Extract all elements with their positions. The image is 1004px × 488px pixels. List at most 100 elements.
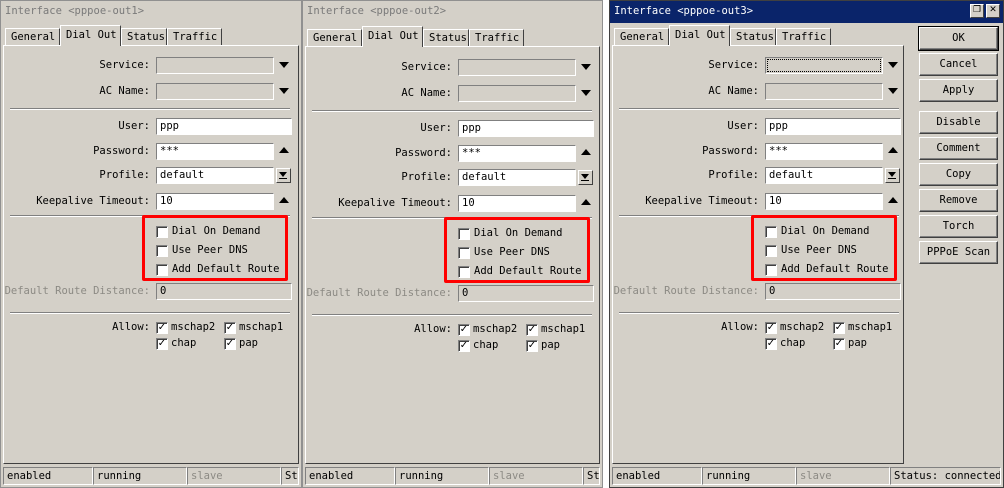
ac-name-label: AC Name:	[708, 85, 759, 97]
status-bar: enabledrunningslaveSta	[305, 467, 600, 485]
highlight-box	[444, 217, 590, 283]
restore-icon[interactable]: ❐	[970, 4, 984, 18]
separator	[312, 314, 592, 316]
allow-mschap2-checkbox[interactable]: ✓	[765, 322, 777, 334]
tab-dial-out[interactable]: Dial Out	[60, 25, 121, 46]
service-dropdown-icon[interactable]	[581, 64, 591, 70]
allow-pap-checkbox[interactable]: ✓	[224, 338, 236, 350]
keepalive-collapse-icon[interactable]	[888, 197, 898, 203]
service-dropdown-icon[interactable]	[888, 62, 898, 68]
password-collapse-icon[interactable]	[888, 147, 898, 153]
window-titlebar[interactable]: Interface <pppoe-out2>	[303, 1, 602, 23]
allow-mschap2-label: mschap2	[780, 321, 825, 333]
ok-button[interactable]: OK	[918, 26, 999, 51]
pppoe-scan-button[interactable]: PPPoE Scan	[919, 241, 998, 264]
tab-status[interactable]: Status	[730, 28, 776, 45]
comment-button[interactable]: Comment	[919, 137, 998, 160]
tab-general[interactable]: General	[307, 29, 362, 46]
allow-mschap2-checkbox[interactable]: ✓	[458, 324, 470, 336]
status-cell-2: running	[395, 467, 489, 485]
allow-pap-checkbox[interactable]: ✓	[526, 340, 538, 352]
allow-mschap1-checkbox[interactable]: ✓	[526, 324, 538, 336]
tab-dial-out[interactable]: Dial Out	[362, 26, 423, 47]
default-route-distance-label: Default Route Distance:	[306, 287, 452, 299]
allow-chap-checkbox[interactable]: ✓	[156, 338, 168, 350]
tab-general[interactable]: General	[614, 28, 669, 45]
allow-pap-label: pap	[239, 337, 258, 349]
status-cell-1: enabled	[3, 467, 93, 485]
allow-pap-checkbox[interactable]: ✓	[833, 338, 845, 350]
keepalive-collapse-icon[interactable]	[581, 199, 591, 205]
allow-mschap2-label: mschap2	[473, 323, 518, 335]
allow-chap-checkbox[interactable]: ✓	[458, 340, 470, 352]
status-cell-4: Sta	[583, 467, 600, 485]
user-field[interactable]: ppp	[156, 118, 292, 135]
service-dropdown-icon[interactable]	[279, 62, 289, 68]
ac-name-dropdown-icon[interactable]	[581, 90, 591, 96]
default-route-distance-label: Default Route Distance:	[613, 285, 759, 297]
allow-mschap2-checkbox[interactable]: ✓	[156, 322, 168, 334]
cancel-button[interactable]: Cancel	[919, 53, 998, 76]
tab-general[interactable]: General	[5, 28, 60, 45]
tab-traffic[interactable]: Traffic	[167, 28, 222, 45]
tab-status[interactable]: Status	[423, 29, 469, 46]
profile-field[interactable]: default	[765, 167, 883, 184]
status-cell-4: Sta	[281, 467, 299, 485]
keepalive-label: Keepalive Timeout:	[338, 197, 452, 209]
password-field[interactable]: ***	[458, 145, 576, 162]
service-field[interactable]	[458, 59, 576, 76]
keepalive-collapse-icon[interactable]	[279, 197, 289, 203]
chevron-down-icon	[581, 174, 589, 179]
profile-label: Profile:	[99, 169, 150, 181]
disable-button[interactable]: Disable	[919, 111, 998, 134]
password-collapse-icon[interactable]	[279, 147, 289, 153]
profile-dropdown-button[interactable]	[276, 168, 291, 183]
remove-button[interactable]: Remove	[919, 189, 998, 212]
service-field[interactable]	[156, 57, 274, 74]
profile-field[interactable]: default	[156, 167, 274, 184]
ac-name-field[interactable]	[156, 83, 274, 100]
allow-mschap1-label: mschap1	[848, 321, 893, 333]
window-titlebar[interactable]: Interface <pppoe-out1>	[1, 1, 301, 23]
password-field[interactable]: ***	[156, 143, 274, 160]
close-icon[interactable]: ✕	[986, 4, 1000, 18]
torch-button[interactable]: Torch	[919, 215, 998, 238]
user-field[interactable]: ppp	[458, 120, 594, 137]
profile-dropdown-button[interactable]	[885, 168, 900, 183]
user-field[interactable]: ppp	[765, 118, 901, 135]
tab-traffic[interactable]: Traffic	[776, 28, 831, 45]
ac-name-label: AC Name:	[99, 85, 150, 97]
ac-name-dropdown-icon[interactable]	[888, 88, 898, 94]
profile-field[interactable]: default	[458, 169, 576, 186]
dropdown-bar	[581, 180, 589, 181]
tab-traffic[interactable]: Traffic	[469, 29, 524, 46]
apply-button[interactable]: Apply	[919, 79, 998, 102]
default-route-distance-label: Default Route Distance:	[4, 285, 150, 297]
keepalive-field[interactable]: 10	[156, 193, 274, 210]
window-titlebar[interactable]: Interface <pppoe-out3> ❐ ✕	[610, 1, 1003, 23]
status-cell-2: running	[702, 467, 796, 485]
highlight-box	[751, 215, 897, 281]
allow-label: Allow:	[414, 323, 452, 335]
password-field[interactable]: ***	[765, 143, 883, 160]
allow-chap-checkbox[interactable]: ✓	[765, 338, 777, 350]
ac-name-field[interactable]	[765, 83, 883, 100]
keepalive-field[interactable]: 10	[458, 195, 576, 212]
window-title: Interface <pppoe-out3>	[614, 5, 754, 17]
allow-mschap1-checkbox[interactable]: ✓	[833, 322, 845, 334]
tab-status[interactable]: Status	[121, 28, 167, 45]
ac-name-dropdown-icon[interactable]	[279, 88, 289, 94]
allow-mschap1-label: mschap1	[541, 323, 586, 335]
status-cell-3: slave	[489, 467, 583, 485]
ac-name-field[interactable]	[458, 85, 576, 102]
profile-dropdown-button[interactable]	[578, 170, 593, 185]
service-field[interactable]	[765, 57, 883, 74]
allow-mschap2-label: mschap2	[171, 321, 216, 333]
allow-mschap1-checkbox[interactable]: ✓	[224, 322, 236, 334]
copy-button[interactable]: Copy	[919, 163, 998, 186]
password-collapse-icon[interactable]	[581, 149, 591, 155]
profile-label: Profile:	[401, 171, 452, 183]
tab-dial-out[interactable]: Dial Out	[669, 25, 730, 46]
window-title: Interface <pppoe-out1>	[5, 5, 145, 17]
keepalive-field[interactable]: 10	[765, 193, 883, 210]
